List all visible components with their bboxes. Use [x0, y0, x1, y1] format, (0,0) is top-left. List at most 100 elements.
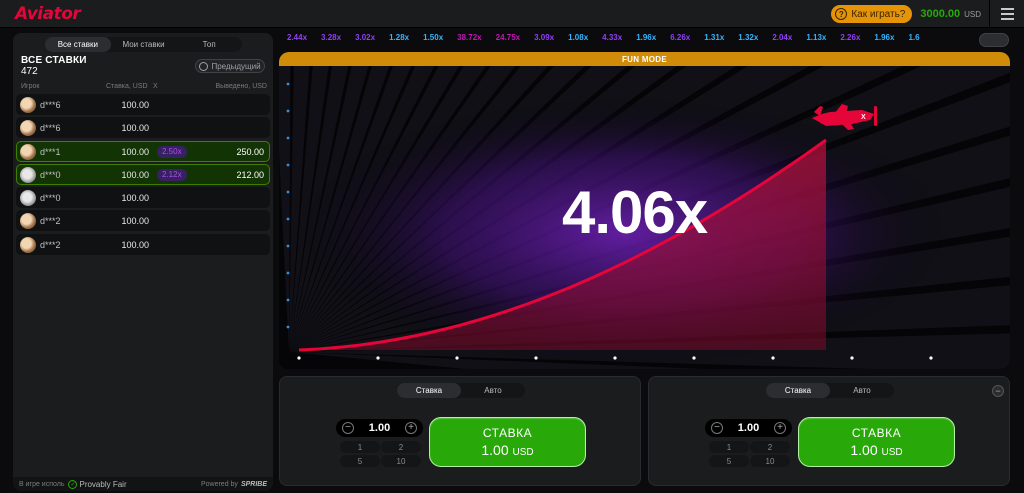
history-multiplier[interactable]: 24.75x: [489, 33, 527, 47]
column-header-win: Выведено, USD: [215, 83, 268, 90]
plus-icon[interactable]: +: [405, 422, 417, 434]
quick-amount-button[interactable]: 2: [750, 441, 790, 453]
powered-by-label: Powered by: [200, 480, 238, 488]
fun-mode-banner: FUN MODE: [279, 52, 1010, 66]
bet-mode-tabs: Ставка Авто: [766, 383, 894, 398]
quick-amount-button[interactable]: 5: [709, 455, 749, 467]
payout-amount: 250.00: [236, 146, 264, 157]
bet-mode-tabs: Ставка Авто: [397, 383, 525, 398]
bet-row: d***6 100.00: [16, 94, 270, 115]
stake-amount: 100.00: [121, 123, 149, 134]
balance-amount: 3000.00: [920, 8, 961, 20]
all-bets-count: 472: [21, 66, 38, 77]
bet-amount-input[interactable]: 1.00: [356, 422, 403, 434]
bet-button-currency: USD: [881, 447, 903, 458]
tab-auto[interactable]: Авто: [830, 383, 894, 398]
app-logo[interactable]: Aviator: [15, 4, 81, 24]
history-multiplier[interactable]: 1.08x: [561, 33, 595, 47]
place-bet-button[interactable]: СТАВКА 1.00 USD: [429, 417, 586, 467]
history-multiplier[interactable]: 1.96x: [867, 33, 901, 47]
history-multiplier[interactable]: 1.96x: [629, 33, 663, 47]
history-multiplier[interactable]: 3.09x: [527, 33, 561, 47]
avatar: [20, 236, 36, 253]
tab-top[interactable]: Топ: [176, 37, 242, 52]
menu-icon[interactable]: [990, 0, 1024, 28]
history-multiplier[interactable]: 3.28x: [314, 33, 348, 47]
cashout-multiplier-badge: 2.50x: [157, 145, 187, 158]
bet-panel-1: Ставка Авто −1.00 +1 2 5 10 СТАВКА 1.00 USD: [279, 376, 641, 486]
stake-amount: 100.00: [121, 193, 149, 204]
history-multiplier[interactable]: 3.02x: [348, 33, 382, 47]
previous-round-button[interactable]: Предыдущий: [195, 59, 265, 73]
how-to-play-label: Как играть?: [851, 8, 906, 20]
svg-text:X: X: [861, 114, 866, 121]
bet-row: d***2 100.00: [16, 233, 270, 255]
stake-amount: 100.00: [121, 100, 149, 110]
history-multiplier[interactable]: 2.26x: [833, 33, 867, 47]
check-shield-icon: ✓: [68, 479, 78, 489]
bet-amount-stepper: −1.00 +: [336, 419, 423, 437]
provably-fair-link[interactable]: Provably Fair: [79, 480, 126, 489]
history-multiplier[interactable]: 6.26x: [663, 33, 697, 47]
avatar: [20, 97, 36, 113]
tab-bet[interactable]: Ставка: [766, 383, 830, 398]
minus-icon[interactable]: −: [342, 422, 354, 434]
tab-bet[interactable]: Ставка: [397, 383, 461, 398]
bet-amount-stepper: −1.00 +: [705, 419, 792, 437]
history-multiplier[interactable]: 38.72x: [450, 33, 488, 47]
history-multiplier[interactable]: 1.6: [901, 33, 926, 47]
player-name: d***6: [40, 123, 61, 134]
remove-panel-button[interactable]: −: [992, 385, 1004, 397]
avatar: [20, 143, 36, 160]
history-multiplier[interactable]: 1.32x: [731, 33, 765, 47]
quick-amount-button[interactable]: 10: [750, 455, 790, 467]
column-header-player: Игрок: [21, 83, 40, 90]
tab-my-bets[interactable]: Мои ставки: [111, 37, 177, 52]
top-bar-right: ? Как играть? 3000.00 USD: [831, 0, 1024, 28]
place-bet-button[interactable]: СТАВКА 1.00 USD: [798, 417, 955, 467]
bets-panel: Все ставки Мои ставки Топ ВСЕ СТАВКИ 472…: [13, 33, 273, 491]
current-multiplier: 4.06x: [562, 179, 708, 246]
player-name: d***1: [40, 146, 61, 157]
stake-amount: 100.00: [121, 239, 149, 250]
column-header-stake: Ставка, USD: [106, 83, 148, 90]
bet-amount-input[interactable]: 1.00: [725, 422, 772, 434]
history-multiplier[interactable]: 4.33x: [595, 33, 629, 47]
how-to-play-button[interactable]: ? Как играть?: [831, 5, 913, 23]
player-name: d***6: [40, 100, 61, 110]
quick-amount-button[interactable]: 5: [340, 455, 380, 467]
minus-icon[interactable]: −: [711, 422, 723, 434]
player-name: d***2: [40, 239, 61, 250]
quick-amount-button[interactable]: 10: [381, 455, 421, 467]
spribe-logo: SPRIBE: [240, 480, 267, 488]
bet-row: d***0 100.00: [16, 187, 270, 209]
history-icon: [199, 61, 209, 71]
question-icon: ?: [835, 8, 848, 20]
top-bar: Aviator ? Как играть? 3000.00 USD: [0, 0, 1024, 28]
balance-currency: USD: [964, 9, 981, 19]
history-multiplier[interactable]: 1.50x: [416, 33, 450, 47]
tab-auto[interactable]: Авто: [461, 383, 525, 398]
bet-button-label: СТАВКА: [482, 426, 533, 440]
bet-button-amount: 1.00: [481, 442, 509, 458]
avatar: [20, 190, 36, 207]
avatar: [20, 166, 36, 183]
quick-amount-button[interactable]: 2: [381, 441, 421, 453]
history-multiplier[interactable]: 2.04x: [765, 33, 799, 47]
history-multiplier[interactable]: 1.13x: [799, 33, 833, 47]
player-name: d***2: [40, 216, 61, 227]
quick-amount-button[interactable]: 1: [709, 441, 749, 453]
plus-icon[interactable]: +: [774, 422, 786, 434]
cashout-multiplier-badge: 2.12x: [157, 168, 187, 181]
bet-panel-2: Ставка Авто − −1.00 +1 2 5 10 СТАВКА 1.00 USD: [648, 376, 1010, 486]
quick-amount-button[interactable]: 1: [340, 441, 380, 453]
previous-round-label: Предыдущий: [211, 61, 261, 71]
history-toggle-button[interactable]: [979, 33, 1009, 47]
history-multiplier[interactable]: 1.31x: [697, 33, 731, 47]
stake-amount: 100.00: [121, 146, 149, 157]
bet-row: d***0 100.00 2.12x 212.00: [16, 163, 270, 185]
footer-text: В игре исполь: [19, 480, 65, 488]
tab-all-bets[interactable]: Все ставки: [45, 37, 111, 52]
history-multiplier[interactable]: 2.44x: [280, 33, 314, 47]
history-multiplier[interactable]: 1.28x: [382, 33, 416, 47]
